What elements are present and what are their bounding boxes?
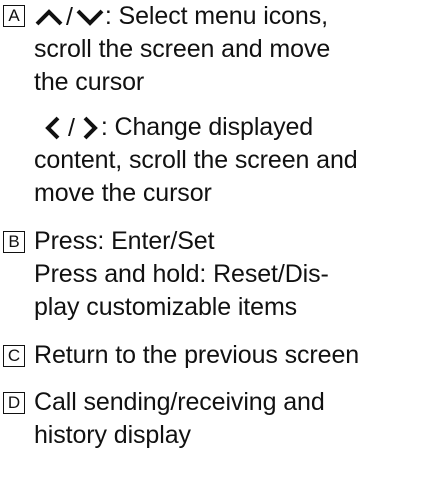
separator: / xyxy=(66,3,73,32)
section-a-line-2: scroll the screen and move xyxy=(34,35,331,63)
key-label-c: C xyxy=(3,345,25,367)
section-d-line-2: history display xyxy=(34,421,191,449)
key-label-b: B xyxy=(3,231,25,253)
section-a-line-5: content, scroll the screen and xyxy=(34,146,358,174)
chevron-right-icon xyxy=(83,116,98,140)
section-a-line-1-text: : Select menu icons, xyxy=(104,2,328,30)
section-a-line-6: move the cursor xyxy=(34,179,212,207)
section-b-line-2: Press and hold: Reset/Dis- xyxy=(34,260,329,288)
section-a-line-3: the cursor xyxy=(34,68,145,96)
chevron-down-icon xyxy=(76,9,104,27)
key-label-d: D xyxy=(3,392,25,414)
chevron-left-icon xyxy=(45,116,60,140)
section-a-line-4: / : Change displayed xyxy=(44,112,313,143)
separator: / xyxy=(68,114,75,143)
section-a-line-4-text: : Change displayed xyxy=(100,113,314,141)
section-d-line-1: Call sending/receiving and xyxy=(34,388,325,416)
section-a-line-1: / : Select menu icons, xyxy=(34,1,328,32)
chevron-up-icon xyxy=(35,9,63,26)
section-c-line-1: Return to the previous screen xyxy=(34,341,360,369)
section-b-line-1: Press: Enter/Set xyxy=(34,227,215,255)
section-b-line-3: play customizable items xyxy=(34,293,298,321)
key-label-a: A xyxy=(3,5,25,27)
